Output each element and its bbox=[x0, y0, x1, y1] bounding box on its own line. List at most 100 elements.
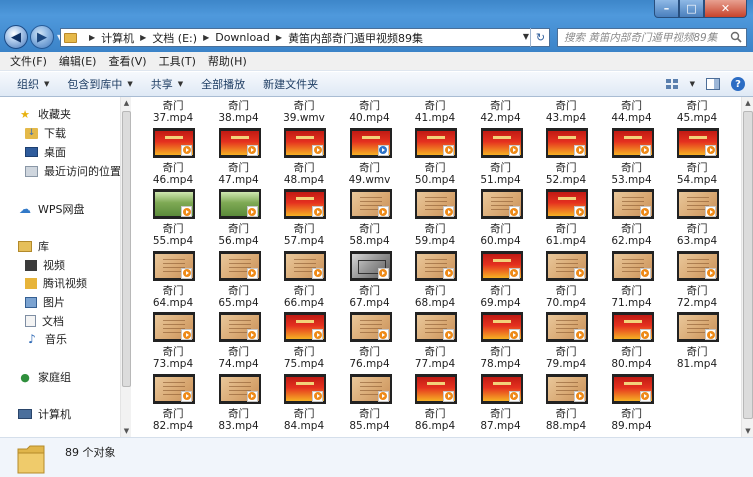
file-item[interactable]: 奇门 59.mp4 bbox=[405, 189, 465, 251]
file-item[interactable]: 奇门 81.mp4 bbox=[667, 312, 727, 374]
file-item[interactable]: 奇门 53.mp4 bbox=[602, 127, 662, 190]
file-item[interactable]: 奇门 87.mp4 bbox=[471, 373, 531, 436]
file-item[interactable]: 奇门 48.mp4 bbox=[274, 127, 334, 190]
file-item[interactable]: 奇门 46.mp4 bbox=[143, 127, 203, 190]
maximize-button[interactable]: □ bbox=[679, 0, 704, 18]
file-item[interactable]: 奇门 78.mp4 bbox=[471, 312, 531, 374]
breadcrumb-drive-e[interactable]: 文档 (E:) bbox=[152, 30, 197, 46]
refresh-button[interactable]: ↻ bbox=[530, 28, 550, 47]
file-item[interactable]: 奇门 70.mp4 bbox=[536, 250, 596, 313]
breadcrumb-separator-icon[interactable]: ▶ bbox=[203, 33, 209, 42]
close-button[interactable]: ✕ bbox=[704, 0, 747, 18]
file-item[interactable]: 奇门 67.mp4 bbox=[340, 250, 400, 313]
nav-recent-places[interactable]: 最近访问的位置 bbox=[25, 163, 121, 179]
nav-favorites[interactable]: ★ 收藏夹 bbox=[18, 106, 71, 122]
file-item[interactable]: 奇门 71.mp4 bbox=[602, 250, 662, 313]
file-item[interactable]: 奇门 72.mp4 bbox=[667, 250, 727, 313]
scroll-down-icon[interactable]: ▼ bbox=[121, 427, 131, 435]
forward-button[interactable]: ▶ bbox=[30, 25, 54, 49]
nav-scrollbar[interactable]: ▲ ▼ bbox=[120, 97, 131, 437]
file-item[interactable]: 奇门 84.mp4 bbox=[274, 373, 334, 436]
breadcrumb-separator-icon[interactable]: ▶ bbox=[89, 33, 95, 42]
main-scrollbar[interactable]: ▲ ▼ bbox=[741, 97, 753, 437]
file-item[interactable]: 奇门 42.mp4 bbox=[471, 97, 531, 128]
file-item[interactable]: 奇门 64.mp4 bbox=[143, 250, 203, 313]
file-item[interactable]: 奇门 69.mp4 bbox=[471, 250, 531, 313]
file-item[interactable]: 奇门 43.mp4 bbox=[536, 97, 596, 128]
nav-libraries[interactable]: 库 bbox=[18, 238, 49, 254]
menu-file[interactable]: 文件(F) bbox=[4, 53, 53, 69]
nav-documents[interactable]: 文档 bbox=[25, 313, 64, 329]
file-item[interactable]: 奇门 38.mp4 bbox=[209, 97, 269, 128]
scroll-down-icon[interactable]: ▼ bbox=[742, 427, 753, 435]
file-item[interactable]: 奇门 88.mp4 bbox=[536, 373, 596, 436]
breadcrumb-separator-icon[interactable]: ▶ bbox=[276, 33, 282, 42]
file-item[interactable]: 奇门 49.wmv bbox=[340, 127, 400, 190]
file-item[interactable]: 奇门 51.mp4 bbox=[471, 127, 531, 190]
breadcrumb-computer[interactable]: 计算机 bbox=[101, 30, 134, 46]
play-all-button[interactable]: 全部播放 bbox=[192, 76, 254, 92]
search-icon[interactable] bbox=[730, 31, 742, 43]
share-button[interactable]: 共享 ▼ bbox=[142, 76, 192, 92]
scroll-up-icon[interactable]: ▲ bbox=[121, 99, 131, 107]
file-item[interactable]: 奇门 76.mp4 bbox=[340, 312, 400, 374]
file-item[interactable]: 奇门 60.mp4 bbox=[471, 189, 531, 251]
menu-help[interactable]: 帮助(H) bbox=[202, 53, 253, 69]
file-item[interactable]: 奇门 63.mp4 bbox=[667, 189, 727, 251]
minimize-button[interactable]: – bbox=[654, 0, 679, 18]
search-input[interactable]: 搜索 黄笛内部奇门遁甲视频89集 bbox=[557, 28, 747, 47]
file-item[interactable]: 奇门 54.mp4 bbox=[667, 127, 727, 190]
file-item[interactable]: 奇门 57.mp4 bbox=[274, 189, 334, 251]
menu-tools[interactable]: 工具(T) bbox=[153, 53, 202, 69]
back-button[interactable]: ◀ bbox=[4, 25, 28, 49]
new-folder-button[interactable]: 新建文件夹 bbox=[254, 76, 327, 92]
file-item[interactable]: 奇门 74.mp4 bbox=[209, 312, 269, 374]
file-item[interactable]: 奇门 80.mp4 bbox=[602, 312, 662, 374]
file-item[interactable]: 奇门 77.mp4 bbox=[405, 312, 465, 374]
file-item[interactable]: 奇门 55.mp4 bbox=[143, 189, 203, 251]
main-scrollbar-thumb[interactable] bbox=[743, 111, 753, 419]
file-item[interactable]: 奇门 45.mp4 bbox=[667, 97, 727, 128]
file-item[interactable]: 奇门 56.mp4 bbox=[209, 189, 269, 251]
nav-downloads[interactable]: ↓ 下载 bbox=[25, 125, 66, 141]
file-item[interactable]: 奇门 85.mp4 bbox=[340, 373, 400, 436]
nav-music[interactable]: ♪ 音乐 bbox=[25, 331, 67, 347]
file-item[interactable]: 奇门 73.mp4 bbox=[143, 312, 203, 374]
nav-pictures[interactable]: 图片 bbox=[25, 294, 65, 310]
preview-pane-icon[interactable] bbox=[705, 77, 721, 91]
view-dropdown-icon[interactable]: ▼ bbox=[690, 80, 695, 88]
view-options-icon[interactable] bbox=[664, 77, 680, 91]
file-item[interactable]: 奇门 40.mp4 bbox=[340, 97, 400, 128]
file-item[interactable]: 奇门 52.mp4 bbox=[536, 127, 596, 190]
organize-button[interactable]: 组织 ▼ bbox=[8, 76, 58, 92]
file-item[interactable]: 奇门 58.mp4 bbox=[340, 189, 400, 251]
scroll-up-icon[interactable]: ▲ bbox=[742, 99, 753, 107]
file-item[interactable]: 奇门 89.mp4 bbox=[602, 373, 662, 436]
address-dropdown-icon[interactable]: ▼ bbox=[523, 32, 529, 41]
file-item[interactable]: 奇门 37.mp4 bbox=[143, 97, 203, 128]
nav-desktop[interactable]: 桌面 bbox=[25, 144, 66, 160]
nav-computer[interactable]: 计算机 bbox=[18, 406, 71, 422]
file-item[interactable]: 奇门 79.mp4 bbox=[536, 312, 596, 374]
file-item[interactable]: 奇门 75.mp4 bbox=[274, 312, 334, 374]
file-item[interactable]: 奇门 86.mp4 bbox=[405, 373, 465, 436]
file-item[interactable]: 奇门 39.wmv bbox=[274, 97, 334, 128]
menu-view[interactable]: 查看(V) bbox=[102, 53, 152, 69]
file-item[interactable]: 奇门 61.mp4 bbox=[536, 189, 596, 251]
file-item[interactable]: 奇门 41.mp4 bbox=[405, 97, 465, 128]
nav-tencent-video[interactable]: 腾讯视频 bbox=[25, 275, 87, 291]
file-item[interactable]: 奇门 82.mp4 bbox=[143, 373, 203, 436]
file-item[interactable]: 奇门 68.mp4 bbox=[405, 250, 465, 313]
menu-edit[interactable]: 编辑(E) bbox=[53, 53, 103, 69]
file-item[interactable]: 奇门 62.mp4 bbox=[602, 189, 662, 251]
include-in-library-button[interactable]: 包含到库中 ▼ bbox=[58, 76, 141, 92]
file-item[interactable]: 奇门 65.mp4 bbox=[209, 250, 269, 313]
nav-scrollbar-thumb[interactable] bbox=[122, 111, 131, 387]
file-item[interactable]: 奇门 66.mp4 bbox=[274, 250, 334, 313]
breadcrumb-download[interactable]: Download bbox=[215, 31, 270, 44]
help-icon[interactable]: ? bbox=[731, 77, 745, 91]
breadcrumb-current-folder[interactable]: 黄笛内部奇门遁甲视频89集 bbox=[288, 30, 423, 46]
address-bar[interactable]: ▶ 计算机 ▶ 文档 (E:) ▶ Download ▶ 黄笛内部奇门遁甲视频8… bbox=[60, 28, 550, 47]
file-item[interactable]: 奇门 50.mp4 bbox=[405, 127, 465, 190]
file-item[interactable]: 奇门 44.mp4 bbox=[602, 97, 662, 128]
